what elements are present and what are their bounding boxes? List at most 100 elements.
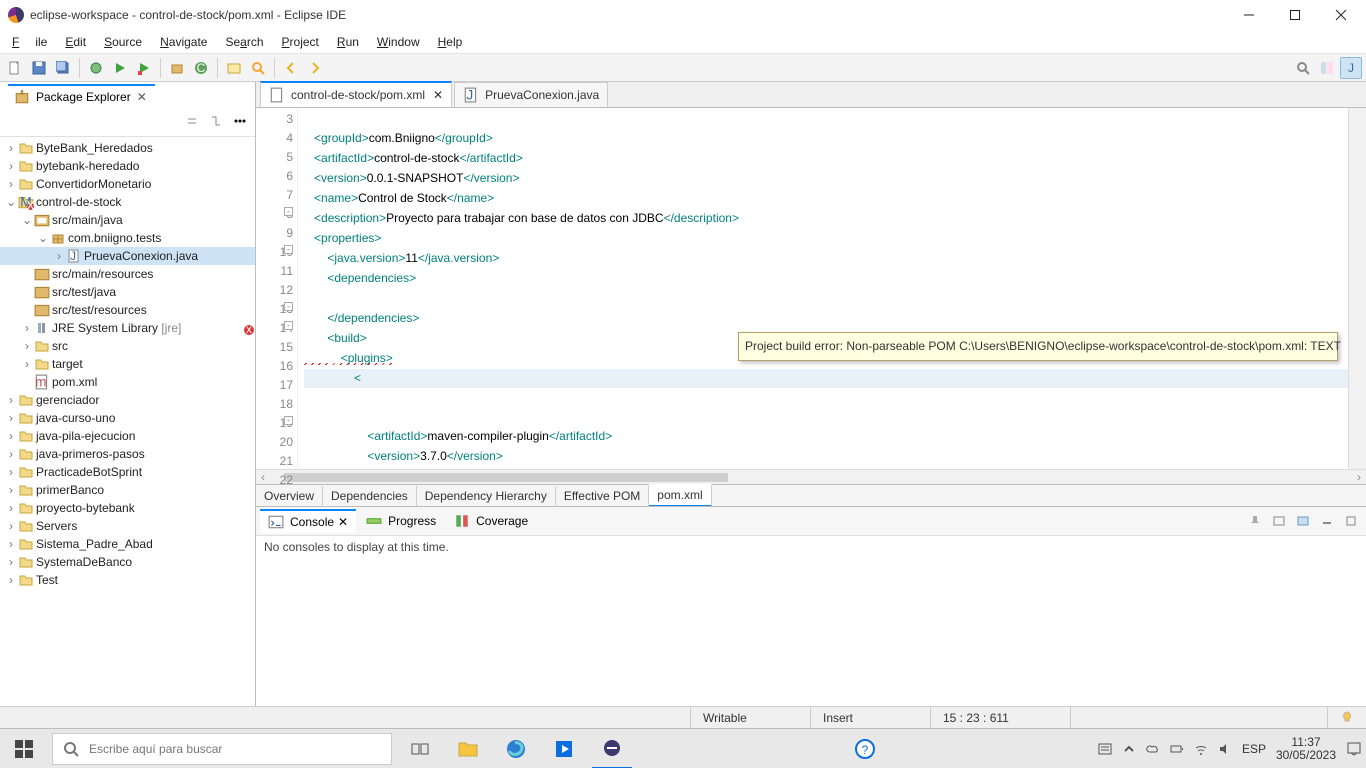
tab-dependencies[interactable]: Dependencies [323, 486, 417, 506]
menu-navigate[interactable]: Navigate [152, 33, 215, 51]
file-explorer-button[interactable] [448, 729, 488, 768]
list-item[interactable]: src [52, 339, 68, 353]
line-gutter: 34567 8-910-1112 13- x14- 1516171819-202… [256, 108, 298, 469]
console-tab[interactable]: Console✕ [260, 509, 356, 533]
list-item[interactable]: Test [36, 573, 58, 587]
maximize-view-button[interactable] [1340, 510, 1362, 532]
chevron-up-icon[interactable] [1122, 742, 1136, 756]
package-explorer-tab[interactable]: Package Explorer ✕ [8, 84, 155, 108]
coverage-button[interactable] [133, 57, 155, 79]
list-item[interactable]: PruevaConexion.java [84, 249, 198, 263]
code-content[interactable]: <groupId>com.Bniigno</groupId> <artifact… [298, 108, 1348, 469]
code-editor[interactable]: 34567 8-910-1112 13- x14- 1516171819-202… [256, 108, 1366, 469]
overview-ruler[interactable] [1348, 108, 1366, 469]
list-item[interactable]: src/main/resources [52, 267, 153, 281]
minimize-button[interactable] [1226, 0, 1272, 30]
movies-button[interactable] [544, 729, 584, 768]
wifi-icon [1194, 742, 1208, 756]
system-tray[interactable]: ESP 11:3730/05/2023 [1098, 736, 1362, 762]
progress-icon [366, 513, 382, 529]
tip-icon[interactable] [1327, 707, 1366, 728]
start-button[interactable] [4, 729, 44, 768]
link-editor-button[interactable] [205, 110, 227, 132]
collapse-all-button[interactable] [181, 110, 203, 132]
project-tree[interactable]: ›ByteBank_Heredados ›bytebank-heredado ›… [0, 137, 255, 706]
list-item[interactable]: java-primeros-pasos [36, 447, 145, 461]
menu-search[interactable]: Search [217, 33, 271, 51]
list-item[interactable]: java-pila-ejecucion [36, 429, 135, 443]
eclipse-taskbar-button[interactable] [592, 729, 632, 768]
new-class-button[interactable]: C [190, 57, 212, 79]
open-type-button[interactable] [223, 57, 245, 79]
maximize-button[interactable] [1272, 0, 1318, 30]
editor-tab-java[interactable]: JPruevaConexion.java [454, 82, 608, 107]
new-button[interactable] [4, 57, 26, 79]
selected-tree-item[interactable]: ›JPruevaConexion.java [0, 247, 255, 265]
pin-console-button[interactable] [1244, 510, 1266, 532]
list-item[interactable]: JRE System Library [jre] [52, 321, 181, 335]
package-explorer-icon [14, 89, 30, 105]
list-item[interactable]: Sistema_Padre_Abad [36, 537, 153, 551]
list-item[interactable]: com.bniigno.tests [68, 231, 161, 245]
display-console-button[interactable] [1268, 510, 1290, 532]
list-item[interactable]: pom.xml [52, 375, 97, 389]
coverage-icon [454, 513, 470, 529]
tab-dep-hierarchy[interactable]: Dependency Hierarchy [417, 486, 556, 506]
horizontal-scrollbar[interactable]: ‹› [256, 469, 1366, 484]
new-package-button[interactable] [166, 57, 188, 79]
tab-pom-xml[interactable]: pom.xml [649, 484, 711, 507]
close-button[interactable] [1318, 0, 1364, 30]
save-button[interactable] [28, 57, 50, 79]
taskbar-clock[interactable]: 11:3730/05/2023 [1276, 736, 1336, 762]
close-icon[interactable]: ✕ [433, 88, 443, 102]
search-access-button[interactable] [1292, 57, 1314, 79]
help-button[interactable]: ? [845, 729, 885, 768]
notifications-icon[interactable] [1346, 741, 1362, 757]
tab-effective-pom[interactable]: Effective POM [556, 486, 649, 506]
list-item[interactable]: java-curso-uno [36, 411, 115, 425]
list-item[interactable]: primerBanco [36, 483, 104, 497]
save-all-button[interactable] [52, 57, 74, 79]
view-menu-button[interactable] [229, 110, 251, 132]
minimize-view-button[interactable] [1316, 510, 1338, 532]
list-item[interactable]: SystemaDeBanco [36, 555, 132, 569]
debug-button[interactable] [85, 57, 107, 79]
edge-button[interactable] [496, 729, 536, 768]
open-perspective-button[interactable] [1316, 57, 1338, 79]
list-item[interactable]: src/test/resources [52, 303, 147, 317]
list-item[interactable]: ConvertidorMonetario [36, 177, 151, 191]
menu-file[interactable]: File [4, 33, 55, 51]
search-button[interactable] [247, 57, 269, 79]
close-icon[interactable]: ✕ [135, 90, 149, 104]
progress-tab[interactable]: Progress [358, 510, 444, 532]
list-item[interactable]: PracticadeBotSprint [36, 465, 142, 479]
language-indicator[interactable]: ESP [1242, 742, 1266, 756]
menu-edit[interactable]: Edit [57, 33, 94, 51]
list-item[interactable]: Servers [36, 519, 77, 533]
menu-run[interactable]: Run [329, 33, 367, 51]
close-icon[interactable]: ✕ [338, 515, 348, 529]
list-item[interactable]: control-de-stock [36, 195, 121, 209]
list-item[interactable]: target [52, 357, 83, 371]
menu-help[interactable]: Help [430, 33, 471, 51]
list-item[interactable]: src/main/java [52, 213, 123, 227]
menu-window[interactable]: Window [369, 33, 428, 51]
coverage-tab[interactable]: Coverage [446, 510, 536, 532]
project-icon [18, 464, 34, 480]
menu-project[interactable]: Project [274, 33, 327, 51]
list-item[interactable]: bytebank-heredado [36, 159, 139, 173]
list-item[interactable]: gerenciador [36, 393, 99, 407]
taskbar-search[interactable]: Escribe aquí para buscar [52, 733, 392, 765]
list-item[interactable]: proyecto-bytebank [36, 501, 135, 515]
list-item[interactable]: ByteBank_Heredados [36, 141, 153, 155]
menu-source[interactable]: Source [96, 33, 150, 51]
console-icon [268, 514, 284, 530]
list-item[interactable]: src/test/java [52, 285, 116, 299]
open-console-button[interactable] [1292, 510, 1314, 532]
editor-tab-pom[interactable]: control-de-stock/pom.xml✕ [260, 81, 452, 107]
back-button[interactable] [280, 57, 302, 79]
task-view-button[interactable] [400, 729, 440, 768]
java-perspective-button[interactable]: J [1340, 57, 1362, 79]
run-button[interactable] [109, 57, 131, 79]
forward-button[interactable] [304, 57, 326, 79]
